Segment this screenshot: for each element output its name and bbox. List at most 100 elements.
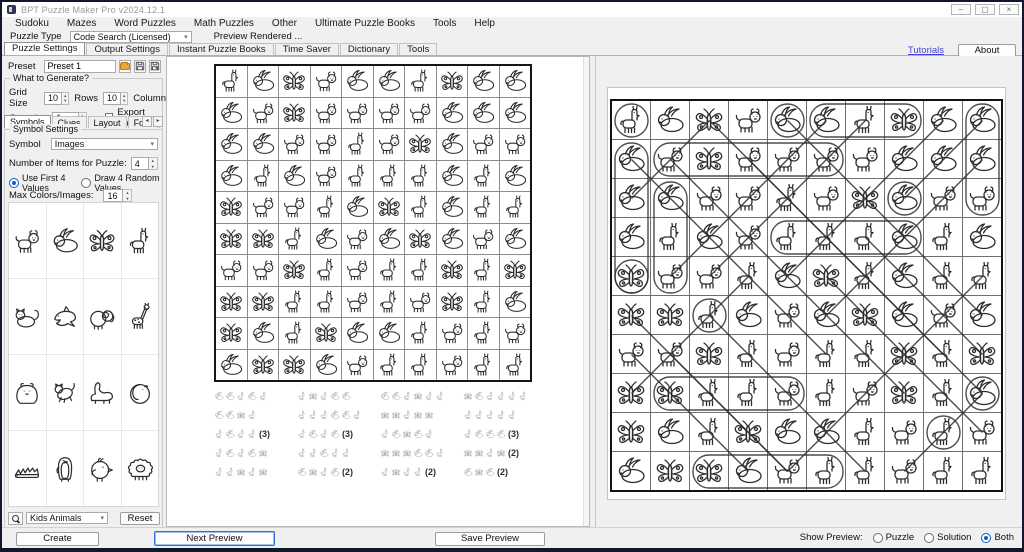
- llama-image: [376, 289, 402, 315]
- grid-size-label: Grid Size: [9, 87, 39, 109]
- value-cell-rabbit[interactable]: [47, 203, 84, 278]
- value-cell-elephant[interactable]: [84, 279, 121, 354]
- butterfly-image: [424, 410, 434, 420]
- value-cell-otter[interactable]: [122, 355, 159, 430]
- cat-image: [12, 302, 42, 332]
- show-preview-label: Show Preview:: [800, 532, 863, 543]
- rabbit-image: [927, 143, 959, 175]
- rabbit-image: [966, 377, 998, 409]
- value-cell-kitten[interactable]: [47, 355, 84, 430]
- rows-input[interactable]: 10: [44, 92, 62, 105]
- tab-time-saver[interactable]: Time Saver: [275, 43, 339, 55]
- settings-tab-layout[interactable]: Layout: [88, 116, 127, 128]
- dog-image: [732, 104, 764, 136]
- clue-row: [214, 391, 284, 401]
- dog-image: [250, 100, 276, 126]
- butterfly-image: [849, 299, 881, 331]
- grid-cell-dog: [690, 179, 728, 217]
- menu-item-sudoku[interactable]: Sudoku: [6, 17, 58, 30]
- value-cell-sheep[interactable]: [122, 431, 159, 506]
- value-cell-dinosaur[interactable]: [84, 355, 121, 430]
- llama-image: [927, 416, 959, 448]
- butterfly-image: [615, 299, 647, 331]
- items-count-stepper[interactable]: ▲▼: [149, 157, 158, 170]
- menu-item-math-puzzles[interactable]: Math Puzzles: [185, 17, 263, 30]
- tab-dictionary[interactable]: Dictionary: [340, 43, 398, 55]
- llama-image: [470, 320, 496, 346]
- llama-image: [615, 104, 647, 136]
- search-icon[interactable]: [8, 512, 23, 525]
- main-tab-bar: Puzzle SettingsOutput SettingsInstant Pu…: [2, 43, 1022, 56]
- image-set-select[interactable]: Kids Animals ▾: [26, 512, 108, 524]
- llama-image: [810, 221, 842, 253]
- tab-tools[interactable]: Tools: [399, 43, 437, 55]
- menu-item-other[interactable]: Other: [263, 17, 306, 30]
- max-colors-input[interactable]: 16: [103, 189, 123, 202]
- solution-page: [607, 87, 1006, 500]
- tutorials-link[interactable]: Tutorials: [908, 45, 944, 56]
- preview-scrollbar[interactable]: [583, 57, 589, 526]
- columns-stepper[interactable]: ▲▼: [121, 92, 128, 105]
- minimize-icon[interactable]: –: [951, 4, 971, 15]
- show-preview-both[interactable]: Both: [981, 532, 1014, 543]
- value-cell-giraffe[interactable]: [122, 279, 159, 354]
- max-colors-stepper[interactable]: ▲▼: [123, 189, 132, 202]
- preset-input[interactable]: [44, 60, 116, 73]
- menu-item-mazes[interactable]: Mazes: [58, 17, 105, 30]
- value-cell-llama[interactable]: [122, 203, 159, 278]
- open-preset-button[interactable]: [119, 60, 131, 73]
- grid-cell-llama: [846, 218, 884, 256]
- create-button[interactable]: Create: [16, 532, 99, 546]
- menu-item-word-puzzles[interactable]: Word Puzzles: [105, 17, 185, 30]
- tab-puzzle-settings[interactable]: Puzzle Settings: [4, 42, 85, 55]
- menu-item-help[interactable]: Help: [465, 17, 504, 30]
- columns-input[interactable]: 10: [103, 92, 121, 105]
- tab-scroll-right-icon[interactable]: ▸: [153, 116, 163, 127]
- value-cell-hamster[interactable]: [9, 355, 46, 430]
- maximize-icon[interactable]: ▢: [975, 4, 995, 15]
- value-cell-hedgehog[interactable]: [9, 431, 46, 506]
- tab-output-settings[interactable]: Output Settings: [86, 43, 167, 55]
- save-preset-as-button[interactable]: [149, 60, 161, 73]
- rabbit-image: [810, 416, 842, 448]
- dog-image: [927, 182, 959, 214]
- tab-instant-puzzle-books[interactable]: Instant Puzzle Books: [169, 43, 274, 55]
- value-cell-chick[interactable]: [84, 431, 121, 506]
- reset-button[interactable]: Reset: [120, 512, 160, 525]
- value-cell-dolphin[interactable]: [47, 279, 84, 354]
- butterfly-image: [888, 338, 920, 370]
- butterfly-image: [218, 226, 244, 252]
- grid-cell-dog: [729, 140, 767, 178]
- dog-image: [849, 143, 881, 175]
- next-preview-button[interactable]: Next Preview: [154, 531, 275, 546]
- rabbit-image: [297, 467, 307, 477]
- title-bar[interactable]: BPT Puzzle Maker Pro v2024.12.1 – ▢ ×: [2, 2, 1022, 17]
- show-preview-solution[interactable]: Solution: [924, 532, 971, 543]
- show-preview-puzzle[interactable]: Puzzle: [873, 532, 915, 543]
- rabbit-image: [966, 104, 998, 136]
- dog-image: [344, 226, 370, 252]
- items-count-input[interactable]: 4: [131, 157, 149, 170]
- value-cell-butterfly[interactable]: [84, 203, 121, 278]
- puzzle-type-select[interactable]: Code Search (Licensed) ▾: [70, 31, 192, 43]
- close-icon[interactable]: ×: [999, 4, 1019, 15]
- grid-cell-rabbit: [612, 179, 650, 217]
- menu-item-tools[interactable]: Tools: [424, 17, 465, 30]
- save-preview-button[interactable]: Save Preview: [435, 532, 545, 546]
- value-cell-cat[interactable]: [9, 279, 46, 354]
- grid-cell-butterfly: [279, 350, 310, 381]
- value-cell-penguin[interactable]: [47, 431, 84, 506]
- symbol-settings-title: Symbol Settings: [10, 124, 81, 134]
- butterfly-image: [615, 377, 647, 409]
- grid-cell-dog: [437, 318, 468, 349]
- symbol-select[interactable]: Images ▾: [51, 138, 158, 150]
- butterfly-image: [888, 104, 920, 136]
- grid-cell-llama: [729, 257, 767, 295]
- save-preset-button[interactable]: [134, 60, 146, 73]
- rabbit-image: [250, 131, 276, 157]
- value-cell-dog[interactable]: [9, 203, 46, 278]
- tab-scroll-left-icon[interactable]: ◂: [142, 116, 152, 127]
- rows-stepper[interactable]: ▲▼: [62, 92, 69, 105]
- rabbit-image: [470, 68, 496, 94]
- menu-item-ultimate-puzzle-books[interactable]: Ultimate Puzzle Books: [306, 17, 424, 30]
